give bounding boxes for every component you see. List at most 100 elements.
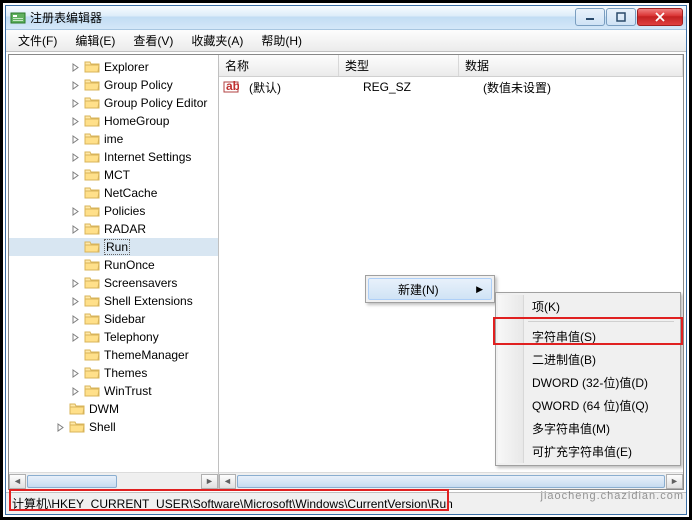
column-type[interactable]: 类型 <box>339 55 459 76</box>
expander-icon[interactable] <box>69 79 81 91</box>
folder-icon <box>84 348 100 362</box>
context-separator <box>528 321 674 322</box>
expander-icon[interactable] <box>69 331 81 343</box>
expander-icon[interactable] <box>69 169 81 181</box>
expander-icon[interactable] <box>69 313 81 325</box>
scroll-left-button[interactable]: ◄ <box>219 474 236 489</box>
tree-item[interactable]: RunOnce <box>9 256 218 274</box>
folder-icon <box>84 222 100 236</box>
column-data[interactable]: 数据 <box>459 55 683 76</box>
tree-item[interactable]: NetCache <box>9 184 218 202</box>
menu-view[interactable]: 查看(V) <box>125 30 181 51</box>
expander-icon[interactable] <box>69 277 81 289</box>
tree-item-label: Group Policy Editor <box>104 96 207 110</box>
tree-item-label: ThemeManager <box>104 348 189 362</box>
menu-favorites[interactable]: 收藏夹(A) <box>183 30 251 51</box>
context-item-string[interactable]: 字符串值(S) <box>498 325 678 348</box>
tree-item-label: Policies <box>104 204 145 218</box>
menu-help[interactable]: 帮助(H) <box>253 30 310 51</box>
tree-item[interactable]: Group Policy Editor <box>9 94 218 112</box>
maximize-button[interactable] <box>606 8 636 26</box>
context-item-binary[interactable]: 二进制值(B) <box>498 348 678 371</box>
context-item-new[interactable]: 新建(N) ▶ <box>368 278 492 300</box>
tree-item[interactable]: RADAR <box>9 220 218 238</box>
folder-icon <box>84 258 100 272</box>
scroll-right-button[interactable]: ► <box>201 474 218 489</box>
expander-icon[interactable] <box>69 223 81 235</box>
tree-item[interactable]: HomeGroup <box>9 112 218 130</box>
tree-item-label: DWM <box>89 402 119 416</box>
tree-item[interactable]: Screensavers <box>9 274 218 292</box>
folder-icon <box>84 384 100 398</box>
list-pane: 名称 类型 数据 ab (默认) REG_SZ (数值未设置) 新建(N) <box>219 55 683 489</box>
minimize-button[interactable] <box>575 8 605 26</box>
list-body[interactable]: ab (默认) REG_SZ (数值未设置) 新建(N) ▶ 项(K) <box>219 77 683 472</box>
tree-item[interactable]: Explorer <box>9 58 218 76</box>
close-button[interactable] <box>637 8 683 26</box>
tree-item[interactable]: Shell Extensions <box>9 292 218 310</box>
ctx-label: QWORD (64 位)值(Q) <box>532 397 649 414</box>
tree-scrollbar-horizontal[interactable]: ◄ ► <box>9 472 218 489</box>
list-scrollbar-horizontal[interactable]: ◄ ► <box>219 472 683 489</box>
tree-item-label: Screensavers <box>104 276 177 290</box>
context-item-key[interactable]: 项(K) <box>498 295 678 318</box>
menu-edit[interactable]: 编辑(E) <box>67 30 123 51</box>
expander-icon[interactable] <box>69 133 81 145</box>
scroll-thumb[interactable] <box>237 475 665 488</box>
tree-item-label: Sidebar <box>104 312 145 326</box>
ctx-label: 二进制值(B) <box>532 351 596 368</box>
tree-item[interactable]: Run <box>9 238 218 256</box>
expander-icon[interactable] <box>69 385 81 397</box>
ctx-label: DWORD (32-位)值(D) <box>532 374 648 391</box>
tree-item-label: RADAR <box>104 222 146 236</box>
window-title: 注册表编辑器 <box>30 9 574 26</box>
tree-item[interactable]: MCT <box>9 166 218 184</box>
context-submenu: 新建(N) ▶ <box>365 275 495 303</box>
context-item-multi[interactable]: 多字符串值(M) <box>498 417 678 440</box>
scroll-left-button[interactable]: ◄ <box>9 474 26 489</box>
value-name: (默认) <box>243 79 357 96</box>
tree-item[interactable]: Sidebar <box>9 310 218 328</box>
expander-icon[interactable] <box>69 97 81 109</box>
tree-view[interactable]: ExplorerGroup Policy Group Policy Editor H… <box>9 55 218 472</box>
tree-item[interactable]: WinTrust <box>9 382 218 400</box>
folder-icon <box>84 60 100 74</box>
expander-icon[interactable] <box>69 295 81 307</box>
tree-item[interactable]: DWM <box>9 400 218 418</box>
ctx-label: 字符串值(S) <box>532 328 596 345</box>
expander-icon[interactable] <box>69 367 81 379</box>
registry-editor-window: 注册表编辑器 文件(F) 编辑(E) 查看(V) 收藏夹(A) 帮助(H) Ex… <box>5 5 687 515</box>
titlebar[interactable]: 注册表编辑器 <box>6 6 686 30</box>
list-row[interactable]: ab (默认) REG_SZ (数值未设置) <box>219 77 683 97</box>
expander-icon[interactable] <box>69 151 81 163</box>
tree-item-label: MCT <box>104 168 130 182</box>
tree-item[interactable]: Internet Settings <box>9 148 218 166</box>
expander-icon[interactable] <box>69 205 81 217</box>
list-header: 名称 类型 数据 <box>219 55 683 77</box>
tree-item[interactable]: Policies <box>9 202 218 220</box>
menu-file[interactable]: 文件(F) <box>10 30 65 51</box>
column-name[interactable]: 名称 <box>219 55 339 76</box>
tree-item[interactable]: Shell <box>9 418 218 436</box>
scroll-right-button[interactable]: ► <box>666 474 683 489</box>
menubar: 文件(F) 编辑(E) 查看(V) 收藏夹(A) 帮助(H) <box>6 30 686 52</box>
tree-item[interactable]: ime <box>9 130 218 148</box>
value-type: REG_SZ <box>357 80 477 94</box>
context-item-expand[interactable]: 可扩充字符串值(E) <box>498 440 678 463</box>
folder-icon <box>84 186 100 200</box>
expander-icon[interactable] <box>54 421 66 433</box>
expander-icon[interactable] <box>69 115 81 127</box>
tree-item-label: RunOnce <box>104 258 155 272</box>
context-item-dword[interactable]: DWORD (32-位)值(D) <box>498 371 678 394</box>
tree-item[interactable]: Telephony <box>9 328 218 346</box>
context-menu-new: 项(K) 字符串值(S) 二进制值(B) DWORD (32-位)值(D) QW… <box>495 292 681 466</box>
context-item-qword[interactable]: QWORD (64 位)值(Q) <box>498 394 678 417</box>
tree-item[interactable]: Group Policy <box>9 76 218 94</box>
tree-item[interactable]: Themes <box>9 364 218 382</box>
scroll-thumb[interactable] <box>27 475 117 488</box>
expander-icon[interactable] <box>69 61 81 73</box>
tree-item[interactable]: ThemeManager <box>9 346 218 364</box>
folder-icon <box>69 420 85 434</box>
tree-pane: ExplorerGroup Policy Group Policy Editor H… <box>9 55 219 489</box>
folder-icon <box>84 330 100 344</box>
